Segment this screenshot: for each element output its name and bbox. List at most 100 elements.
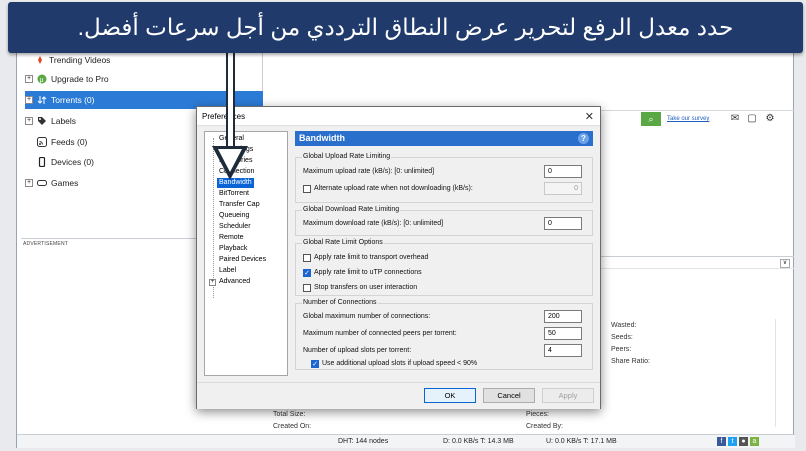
upload-group-title: Global Upload Rate Limiting: [302, 153, 392, 160]
extra-slots-label: Use additional upload slots if upload sp…: [322, 360, 478, 367]
download-group: Global Download Rate Limiting Maximum do…: [295, 206, 593, 236]
dht-status: DHT: 144 nodes: [338, 438, 389, 445]
total-size-label: Total Size:: [273, 411, 306, 418]
sidebar-item-games[interactable]: + Games: [25, 174, 78, 192]
pieces-label: Pieces:: [526, 411, 549, 418]
help-icon[interactable]: ?: [578, 133, 589, 144]
utp-checkbox[interactable]: ✓: [303, 269, 311, 277]
alt-upload-checkbox[interactable]: [303, 185, 311, 193]
vertical-scrollbar[interactable]: [775, 319, 783, 427]
tree-item-scheduler[interactable]: Scheduler: [219, 222, 251, 232]
dialog-footer: OK Cancel Apply: [197, 382, 600, 409]
tree-item-remote[interactable]: Remote: [219, 233, 244, 243]
dialog-titlebar: Preferences ✕: [197, 107, 600, 126]
preferences-dialog: Preferences ✕ General UI Settings Direct…: [196, 106, 601, 409]
expand-icon[interactable]: +: [25, 75, 33, 83]
banner-text: حدد معدل الرفع لتحرير عرض النطاق الترددي…: [77, 14, 734, 40]
download-group-title: Global Download Rate Limiting: [302, 206, 401, 213]
stop-transfers-checkbox[interactable]: [303, 284, 311, 292]
twitter-icon[interactable]: t: [728, 437, 737, 446]
upload-slots-label: Number of upload slots per torrent:: [303, 347, 412, 354]
tree-item-transfer-cap[interactable]: Transfer Cap: [219, 200, 260, 210]
sidebar-item-trending[interactable]: Trending Videos: [35, 51, 110, 69]
connections-group: Number of Connections Global maximum num…: [295, 299, 593, 370]
svg-text:µ: µ: [40, 77, 44, 84]
sidebar-item-feeds[interactable]: Feeds (0): [37, 133, 87, 151]
sidebar-item-label: Games: [51, 178, 79, 188]
rate-options-group: Global Rate Limit Options Apply rate lim…: [295, 239, 593, 296]
peers-per-torrent-input[interactable]: 50: [544, 327, 582, 340]
status-bar: DHT: 144 nodes D: 0.0 KB/s T: 14.3 MB U:…: [17, 434, 795, 448]
monitor-icon[interactable]: ▢: [746, 113, 758, 125]
rate-options-title: Global Rate Limit Options: [302, 239, 384, 246]
extra-slots-checkbox[interactable]: ✓: [311, 360, 319, 368]
apple-icon[interactable]: ●: [739, 437, 748, 446]
expand-icon[interactable]: +: [25, 179, 33, 187]
search-button[interactable]: ⌕: [641, 112, 661, 126]
android-icon[interactable]: a: [750, 437, 759, 446]
close-icon[interactable]: ✕: [585, 110, 594, 123]
tag-icon: [37, 116, 47, 126]
ok-button[interactable]: OK: [424, 388, 476, 403]
expand-icon[interactable]: +: [25, 96, 33, 104]
apply-button[interactable]: Apply: [542, 388, 594, 403]
instruction-banner: حدد معدل الرفع لتحرير عرض النطاق الترددي…: [8, 2, 803, 53]
stop-transfers-label: Stop transfers on user interaction: [314, 284, 418, 291]
sidebar-item-labels[interactable]: + Labels: [25, 112, 76, 130]
alt-upload-input[interactable]: 0: [544, 182, 582, 195]
tree-item-bittorrent[interactable]: BitTorrent: [219, 189, 249, 199]
sidebar-item-label: Labels: [51, 116, 77, 126]
advertisement-label: ADVERTISEMENT: [23, 241, 69, 247]
global-connections-input[interactable]: 200: [544, 310, 582, 323]
sidebar-item-label: Upgrade to Pro: [51, 74, 109, 84]
sidebar-item-upgrade[interactable]: + µ Upgrade to Pro: [25, 70, 109, 88]
sidebar-item-label: Feeds (0): [51, 137, 88, 147]
cancel-button[interactable]: Cancel: [483, 388, 535, 403]
tree-item-advanced[interactable]: Advanced: [219, 277, 250, 287]
connections-title: Number of Connections: [302, 299, 378, 306]
expand-icon[interactable]: +: [25, 117, 33, 125]
phone-icon: [37, 156, 47, 168]
sidebar-item-label: Trending Videos: [49, 55, 111, 65]
upload-slots-input[interactable]: 4: [544, 344, 582, 357]
dialog-title: Preferences: [202, 112, 246, 121]
transport-overhead-checkbox[interactable]: [303, 254, 311, 262]
transport-overhead-label: Apply rate limit to transport overhead: [314, 254, 429, 261]
chevron-down-icon[interactable]: ∨: [780, 259, 790, 268]
max-download-input[interactable]: 0: [544, 217, 582, 230]
fire-icon: [35, 55, 45, 65]
sidebar-item-label: Devices (0): [51, 157, 94, 167]
bandwidth-panel: Bandwidth ? Global Upload Rate Limiting …: [295, 131, 595, 376]
gear-icon[interactable]: ⚙: [764, 113, 776, 125]
global-connections-label: Global maximum number of connections:: [303, 313, 431, 320]
wasted-label: Wasted:: [611, 322, 637, 329]
section-header: Bandwidth ?: [295, 131, 593, 146]
seeds-label: Seeds:: [611, 334, 633, 341]
pointer-arrow-head-fill: [218, 149, 242, 172]
tree-item-playback[interactable]: Playback: [219, 244, 247, 254]
peers-label: Peers:: [611, 346, 632, 353]
created-by-label: Created By:: [526, 423, 563, 430]
survey-link[interactable]: Take our survey: [667, 116, 709, 122]
rss-icon: [37, 137, 47, 147]
sidebar-item-devices[interactable]: Devices (0): [37, 153, 94, 171]
max-download-label: Maximum download rate (kB/s): [0: unlimi…: [303, 220, 444, 227]
toolbar: [264, 51, 794, 111]
section-title: Bandwidth: [299, 133, 345, 143]
facebook-icon[interactable]: f: [717, 437, 726, 446]
chat-icon[interactable]: ✉: [729, 113, 741, 125]
tree-item-queueing[interactable]: Queueing: [219, 211, 249, 221]
upload-status: U: 0.0 KB/s T: 17.1 MB: [546, 438, 617, 445]
social-icons: f t ● a: [717, 437, 759, 446]
expand-icon[interactable]: +: [209, 279, 216, 286]
utp-label: Apply rate limit to uTP connections: [314, 269, 422, 276]
tree-item-paired-devices[interactable]: Paired Devices: [219, 255, 266, 265]
tree-item-label[interactable]: Label: [219, 266, 236, 276]
gamepad-icon: [37, 178, 47, 188]
pointer-arrow-shaft: [226, 51, 235, 149]
created-on-label: Created On:: [273, 423, 312, 430]
peers-per-torrent-label: Maximum number of connected peers per to…: [303, 330, 457, 337]
max-upload-input[interactable]: 0: [544, 165, 582, 178]
download-status: D: 0.0 KB/s T: 14.3 MB: [443, 438, 514, 445]
upload-group: Global Upload Rate Limiting Maximum uplo…: [295, 153, 593, 203]
